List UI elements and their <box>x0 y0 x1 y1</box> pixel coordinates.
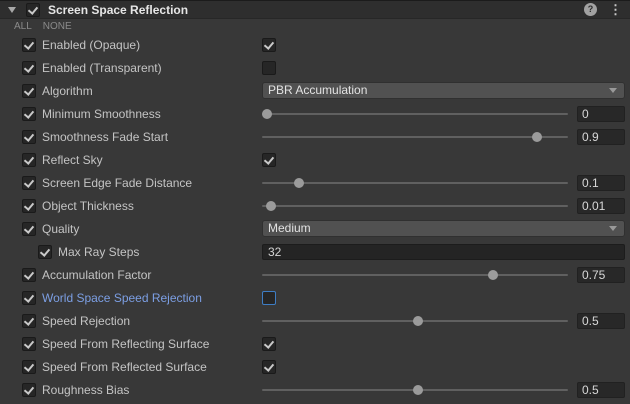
property-label: Reflect Sky <box>42 153 103 167</box>
value-field[interactable]: 0 <box>577 106 625 122</box>
property-rows: Enabled (Opaque) Enabled (Transparent) A… <box>0 33 630 401</box>
override-checkbox[interactable] <box>22 153 36 167</box>
component-enabled-checkbox[interactable] <box>26 3 40 17</box>
row-accumulation-factor: Accumulation Factor 0.75 <box>0 263 630 286</box>
override-checkbox[interactable] <box>22 360 36 374</box>
property-label: Enabled (Opaque) <box>42 38 140 52</box>
row-speed-rejection: Speed Rejection 0.5 <box>0 309 630 332</box>
property-label: Algorithm <box>42 84 93 98</box>
value-field[interactable]: 0.9 <box>577 129 625 145</box>
property-label: Speed From Reflecting Surface <box>42 337 209 351</box>
row-speed-from-reflected-surface: Speed From Reflected Surface <box>0 355 630 378</box>
toggle-all-button[interactable]: ALL <box>14 21 32 32</box>
value-checkbox[interactable] <box>262 337 276 351</box>
row-max-ray-steps: Max Ray Steps 32 <box>0 240 630 263</box>
override-checkbox[interactable] <box>22 176 36 190</box>
slider-knob[interactable] <box>488 270 498 280</box>
slider-knob[interactable] <box>294 178 304 188</box>
property-label: World Space Speed Rejection <box>42 291 202 305</box>
chevron-down-icon <box>609 88 617 93</box>
slider-knob[interactable] <box>262 109 272 119</box>
slider-track[interactable] <box>262 182 568 184</box>
component-header[interactable]: Screen Space Reflection ? ⋮ <box>0 0 630 19</box>
max-ray-steps-field[interactable]: 32 <box>262 244 625 260</box>
value-checkbox[interactable] <box>262 38 276 52</box>
property-label: Accumulation Factor <box>42 268 151 282</box>
slider-knob[interactable] <box>532 132 542 142</box>
row-world-space-speed-rejection: World Space Speed Rejection <box>0 286 630 309</box>
property-label: Screen Edge Fade Distance <box>42 176 192 190</box>
value-checkbox[interactable] <box>262 153 276 167</box>
value-checkbox[interactable] <box>262 291 276 305</box>
property-label: Max Ray Steps <box>58 245 139 259</box>
foldout-arrow-icon[interactable] <box>8 7 16 13</box>
override-checkbox[interactable] <box>22 38 36 52</box>
value-checkbox[interactable] <box>262 61 276 75</box>
row-object-thickness: Object Thickness 0.01 <box>0 194 630 217</box>
override-checkbox[interactable] <box>22 130 36 144</box>
chevron-down-icon <box>609 226 617 231</box>
property-label: Minimum Smoothness <box>42 107 161 121</box>
value-field[interactable]: 0.1 <box>577 175 625 191</box>
value-field[interactable]: 0.01 <box>577 198 625 214</box>
slider-knob[interactable] <box>413 316 423 326</box>
property-label: Enabled (Transparent) <box>42 61 162 75</box>
row-enabled-transparent: Enabled (Transparent) <box>0 56 630 79</box>
row-enabled-opaque: Enabled (Opaque) <box>0 33 630 56</box>
algorithm-dropdown[interactable]: PBR Accumulation <box>262 82 625 99</box>
dropdown-value: Medium <box>268 221 311 236</box>
quick-toggle-row: ALL NONE <box>0 19 630 33</box>
override-checkbox[interactable] <box>22 61 36 75</box>
row-reflect-sky: Reflect Sky <box>0 148 630 171</box>
slider-track[interactable] <box>262 205 568 207</box>
row-minimum-smoothness: Minimum Smoothness 0 <box>0 102 630 125</box>
row-speed-from-reflecting-surface: Speed From Reflecting Surface <box>0 332 630 355</box>
override-checkbox[interactable] <box>38 245 52 259</box>
value-field[interactable]: 0.5 <box>577 382 625 398</box>
property-label: Roughness Bias <box>42 383 129 397</box>
slider-knob[interactable] <box>413 385 423 395</box>
slider-track[interactable] <box>262 389 568 391</box>
property-label: Speed Rejection <box>42 314 130 328</box>
row-smoothness-fade-start: Smoothness Fade Start 0.9 <box>0 125 630 148</box>
override-checkbox[interactable] <box>22 337 36 351</box>
override-checkbox[interactable] <box>22 314 36 328</box>
slider-track[interactable] <box>262 320 568 322</box>
override-checkbox[interactable] <box>22 222 36 236</box>
slider-track[interactable] <box>262 113 568 115</box>
property-label: Speed From Reflected Surface <box>42 360 207 374</box>
slider-knob[interactable] <box>266 201 276 211</box>
help-icon[interactable]: ? <box>584 3 597 16</box>
value-checkbox[interactable] <box>262 360 276 374</box>
quality-dropdown[interactable]: Medium <box>262 220 625 237</box>
row-roughness-bias: Roughness Bias 0.5 <box>0 378 630 401</box>
property-label: Smoothness Fade Start <box>42 130 168 144</box>
row-quality: Quality Medium <box>0 217 630 240</box>
slider-track[interactable] <box>262 136 568 138</box>
row-algorithm: Algorithm PBR Accumulation <box>0 79 630 102</box>
value-field[interactable]: 0.75 <box>577 267 625 283</box>
override-checkbox[interactable] <box>22 268 36 282</box>
override-checkbox[interactable] <box>22 199 36 213</box>
component-title: Screen Space Reflection <box>48 3 584 17</box>
property-label: Quality <box>42 222 79 236</box>
value-field[interactable]: 0.5 <box>577 313 625 329</box>
ssr-inspector-panel: Screen Space Reflection ? ⋮ ALL NONE Ena… <box>0 0 630 404</box>
row-screen-edge-fade-distance: Screen Edge Fade Distance 0.1 <box>0 171 630 194</box>
override-checkbox[interactable] <box>22 84 36 98</box>
kebab-menu-icon[interactable]: ⋮ <box>609 3 622 16</box>
property-label: Object Thickness <box>42 199 134 213</box>
slider-track[interactable] <box>262 274 568 276</box>
override-checkbox[interactable] <box>22 383 36 397</box>
dropdown-value: PBR Accumulation <box>268 83 367 98</box>
override-checkbox[interactable] <box>22 107 36 121</box>
override-checkbox[interactable] <box>22 291 36 305</box>
toggle-none-button[interactable]: NONE <box>43 21 72 32</box>
